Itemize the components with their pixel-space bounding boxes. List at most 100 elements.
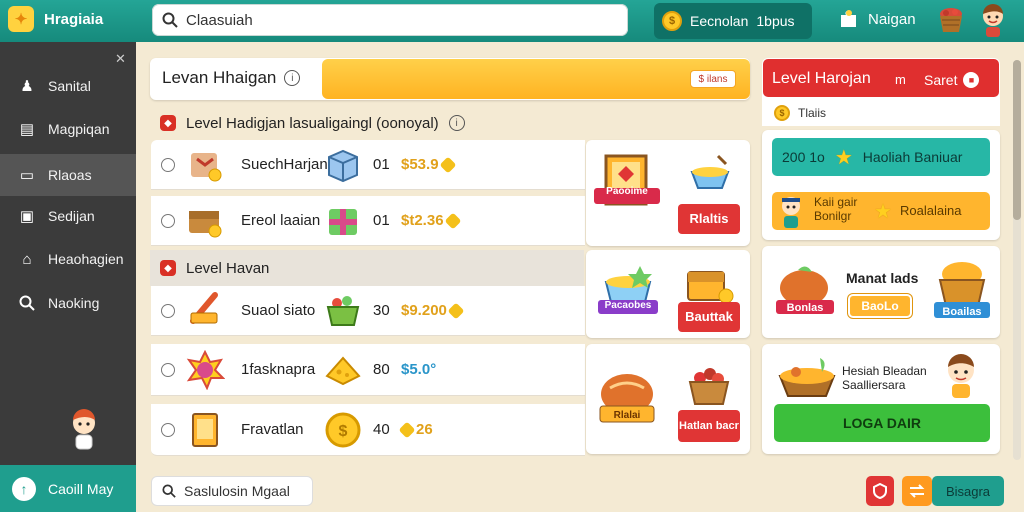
offer-title: Hesiah Bleadan Saalliersara [842, 364, 927, 393]
crate-icon [191, 152, 222, 181]
orange-reward-button[interactable]: Kaii gair Bonilgr ★ Roalalaina [772, 192, 990, 230]
right-panel-title: Level Harojan [772, 70, 871, 87]
row-price: 26 [398, 421, 433, 438]
puzzle-icon [841, 10, 856, 27]
sidebar-item-sedijan[interactable]: ▣ Sedijan [0, 196, 136, 236]
card-action-button[interactable]: Bauttak [678, 302, 740, 332]
fruit-badge-icon [599, 374, 655, 423]
sidebar-item-rlaoas[interactable]: ▭ Rlaoas [0, 154, 136, 196]
level-badge: $ ilans [690, 70, 736, 88]
bottom-search-button[interactable]: Saslulosin Mgaal [151, 476, 313, 506]
window-icon: ▤ [19, 121, 35, 138]
table-row[interactable]: Ereol laaian 01 $t2.36 [151, 196, 585, 246]
sidebar-item-heaohagien[interactable]: ⌂ Heaohagien [0, 239, 136, 279]
sidebar-item-sanital[interactable]: ♟ Sanital [0, 66, 136, 106]
shield-icon: ◆ [160, 115, 176, 131]
sidebar-item-label: Sanital [48, 78, 91, 94]
row-radio[interactable] [161, 157, 175, 172]
row-name: Suaol siato [241, 302, 316, 319]
pawn-icon: ♟ [20, 78, 34, 95]
character-icon [782, 197, 800, 228]
bottom-search-label: Saslulosin Mgaal [184, 483, 290, 499]
brand[interactable]: ✦ Hragiaia [8, 6, 103, 32]
sidebar: ✕ ♟ Sanital ▤ Magpiqan ▭ Rlaoas ▣ Sedija… [0, 42, 136, 512]
coin-icon: $ [662, 11, 682, 31]
row-count: 40 [373, 421, 390, 438]
row-radio[interactable] [161, 303, 175, 318]
swap-button[interactable] [902, 476, 932, 506]
close-icon[interactable]: ✕ [115, 51, 126, 67]
currency-label: Eecnolan [690, 13, 749, 29]
currency-pill[interactable]: $ Eecnolan 1bpus [654, 3, 812, 39]
card-badge: Rlalai [613, 410, 641, 421]
card-badge: Pacaobes [604, 300, 652, 311]
bottom-action-button[interactable]: Bisagra [932, 476, 1004, 506]
level-progress-bar [322, 59, 750, 99]
row-price: $9.200 [401, 302, 465, 319]
carrot-flag-icon [190, 291, 218, 324]
orange-reward-right: Roalalaina [900, 203, 962, 218]
star-icon: ★ [874, 201, 892, 223]
market-title: Manat lads [846, 270, 919, 286]
settings-button[interactable]: Saret ■ [924, 72, 980, 88]
info-icon[interactable]: i [448, 115, 465, 131]
burst-badge-icon [186, 349, 225, 390]
top-nav[interactable]: Naigan [838, 9, 916, 29]
sidebar-item-magpiqan[interactable]: ▤ Magpiqan [0, 109, 136, 149]
home-icon: ⌂ [22, 250, 32, 268]
row-radio[interactable] [161, 422, 175, 437]
sidebar-bottom-button[interactable]: ↑ Caoill May [0, 465, 136, 512]
shield-icon [873, 483, 887, 499]
sidebar-item-label: Magpiqan [48, 121, 110, 137]
top-nav-label: Naigan [868, 10, 916, 28]
svg-text:$: $ [339, 423, 348, 440]
settings-label: Saret [924, 72, 958, 88]
gold-coin-icon: $ [325, 412, 361, 447]
right-panel-m: m [895, 72, 906, 87]
sidebar-item-label: Sedijan [48, 208, 95, 224]
level-title: Levan Hhaigan i [162, 68, 301, 88]
currency-value: 1bpus [756, 13, 795, 29]
card-action-button[interactable]: Rlaltis [678, 204, 740, 234]
row-radio[interactable] [161, 213, 175, 228]
search-icon [18, 294, 36, 312]
scrollbar-thumb[interactable] [1013, 60, 1021, 220]
table-row[interactable]: 1fasknapra 80 $5.0° [151, 344, 585, 396]
brand-logo-icon: ✦ [8, 6, 34, 32]
sidebar-item-label: Heaohagien [48, 251, 124, 267]
card-action-button[interactable]: Hatlan bacr [678, 410, 740, 442]
info-icon[interactable]: i [284, 70, 301, 86]
shield-button[interactable] [866, 476, 894, 506]
table-row[interactable]: SuechHarjan 01 $53.9 [151, 140, 585, 190]
row-radio[interactable] [161, 362, 175, 377]
frame-badge-icon [594, 154, 660, 206]
row-price-text: $t2.36 [401, 212, 444, 229]
section-header: ◆ Level Havan [150, 250, 584, 286]
row-name: 1fasknapra [241, 361, 316, 378]
table-row[interactable]: Suaol siato 30 $9.200 [151, 286, 585, 336]
sidebar-item-label: Naoking [48, 295, 100, 311]
section-title: Level Hadigjan lasualigaingl (oonoyal) [186, 114, 439, 132]
table-row[interactable]: Fravatlan $ 40 26 [151, 404, 585, 456]
basket-icon[interactable] [936, 5, 966, 35]
box-icon [328, 149, 358, 182]
crate-icon [687, 271, 734, 304]
search-icon [162, 12, 178, 28]
claim-button[interactable]: LOGA DAIR [774, 404, 990, 442]
row-name: Ereol laaian [241, 212, 321, 229]
sidebar-item-naoking[interactable]: Naoking [0, 283, 136, 323]
market-badge[interactable]: BaoLo [848, 294, 912, 318]
teal-reward-value: 200 1o [782, 149, 825, 165]
up-arrow-icon: ↑ [12, 476, 36, 501]
search-input[interactable] [186, 11, 606, 29]
right-panel-subheader: $ Tlaiis [762, 100, 1000, 126]
row-count: 80 [373, 361, 390, 378]
veggie-basket-icon [326, 295, 360, 326]
avatar-icon[interactable] [978, 3, 1008, 37]
search-icon [162, 484, 176, 498]
search-box[interactable] [152, 4, 628, 36]
right-panel-sub-label: Tlaiis [798, 106, 827, 120]
chest-icon [189, 210, 222, 237]
character-icon [948, 354, 974, 398]
teal-reward-button[interactable]: 200 1o ★ Haoliah Baniuar [772, 138, 990, 176]
